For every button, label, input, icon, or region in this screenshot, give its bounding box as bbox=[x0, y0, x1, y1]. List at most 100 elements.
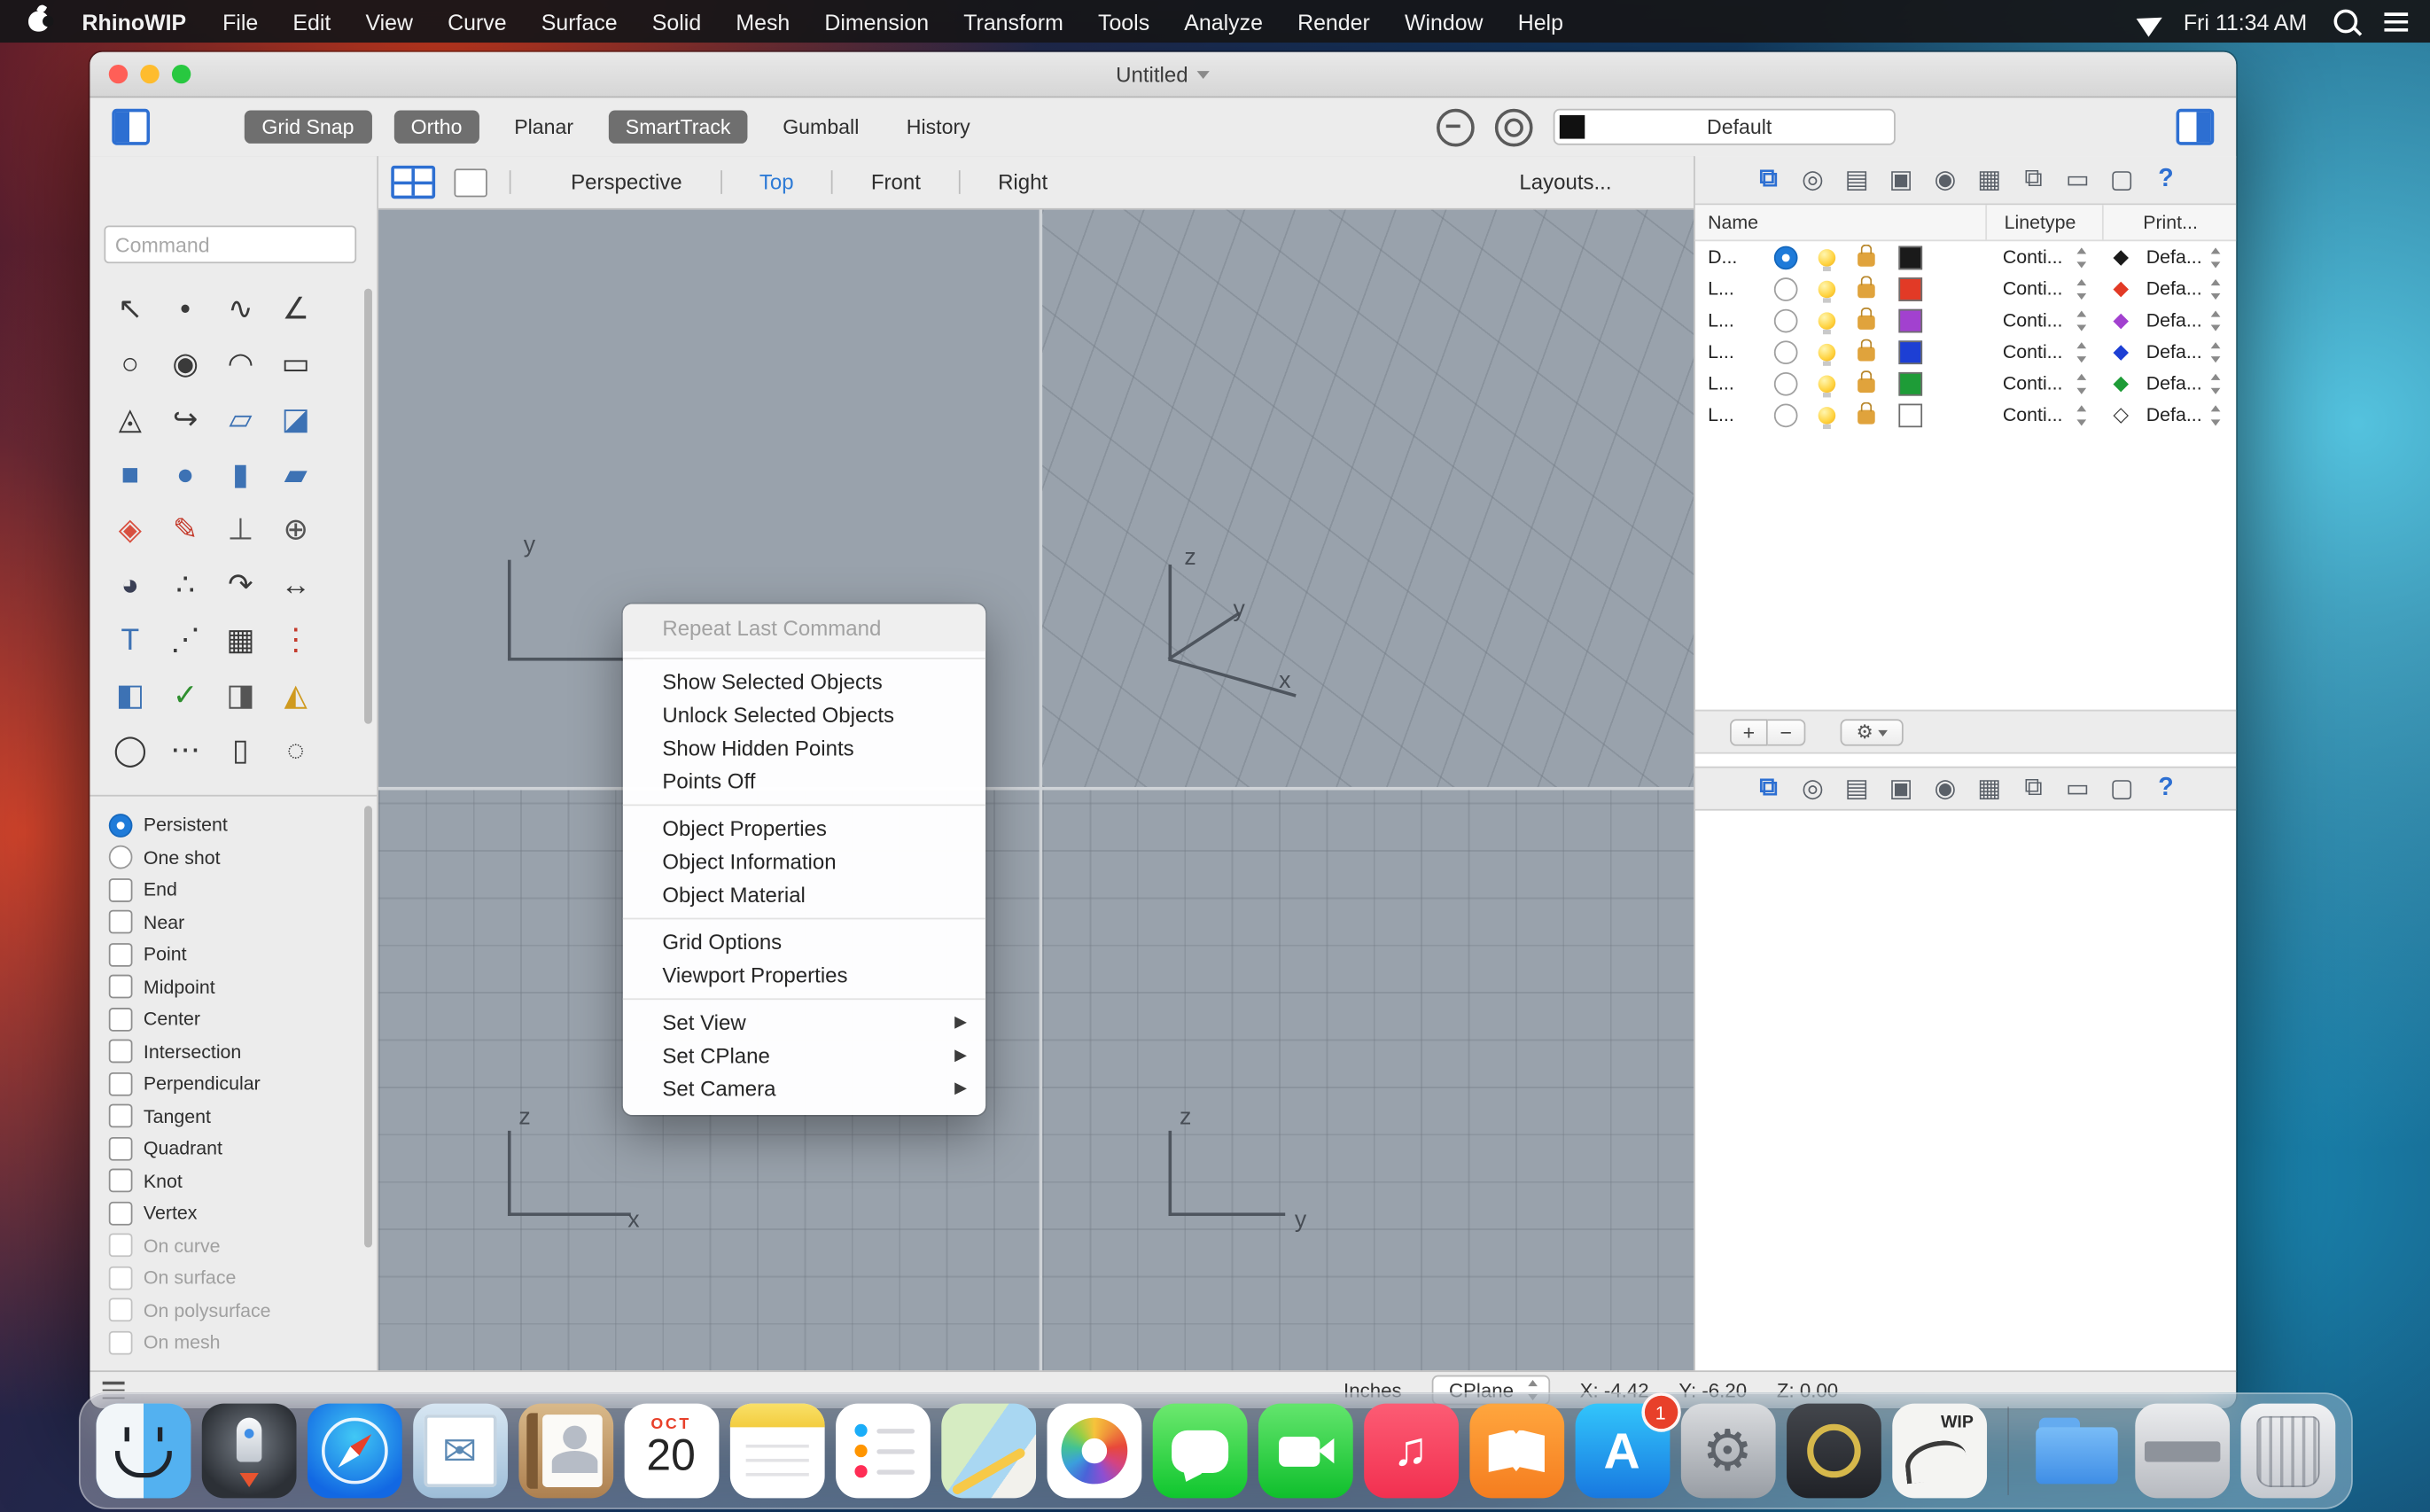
layer-color-swatch[interactable] bbox=[1898, 245, 1923, 269]
tool-icon-33[interactable]: ◯ bbox=[103, 724, 158, 779]
dock-icon-safari[interactable] bbox=[307, 1403, 401, 1499]
tool-icon-28[interactable]: ⋮ bbox=[268, 613, 323, 668]
tool-icon-5[interactable]: ○ bbox=[103, 338, 158, 393]
display-panel-icon[interactable]: ▢ bbox=[2107, 164, 2137, 196]
checkbox-icon[interactable] bbox=[108, 942, 133, 967]
menu-item-file[interactable]: File bbox=[206, 9, 276, 34]
tool-icon-38[interactable]: ∷ bbox=[158, 779, 213, 793]
dock-icon-utility[interactable] bbox=[1786, 1403, 1881, 1499]
column-header-print[interactable]: Print... bbox=[2101, 205, 2236, 240]
tool-icon-39[interactable]: ▫ bbox=[213, 779, 268, 793]
context-menu-item-show-selected-objects[interactable]: Show Selected Objects bbox=[623, 666, 985, 698]
grid-panel-icon[interactable]: ▦ bbox=[1974, 773, 2005, 805]
dock-icon-reminders[interactable] bbox=[835, 1403, 930, 1499]
dock-icon-photos[interactable] bbox=[1046, 1403, 1141, 1499]
osnap-center[interactable]: Center bbox=[108, 1003, 377, 1035]
stepper-icon[interactable] bbox=[2209, 278, 2224, 300]
layout-panel-icon[interactable]: ▭ bbox=[2062, 773, 2092, 805]
osnap-quadrant[interactable]: Quadrant bbox=[108, 1133, 377, 1165]
help-panel-icon[interactable]: ? bbox=[2151, 775, 2181, 803]
stepper-icon[interactable] bbox=[2209, 341, 2224, 362]
tool-icon-8[interactable]: ▭ bbox=[268, 338, 323, 393]
layer-current-radio[interactable] bbox=[1773, 402, 1798, 427]
tool-icon-6[interactable]: ◉ bbox=[158, 338, 213, 393]
apple-menu-icon[interactable] bbox=[28, 11, 54, 32]
tool-icon-7[interactable]: ◠ bbox=[213, 338, 268, 393]
layer-visibility-bulb-icon[interactable] bbox=[1818, 311, 1836, 334]
stepper-icon[interactable] bbox=[2076, 404, 2090, 425]
context-menu-item-unlock-selected-objects[interactable]: Unlock Selected Objects bbox=[623, 698, 985, 731]
layer-lock-icon[interactable] bbox=[1858, 307, 1875, 330]
dock-icon-finder[interactable] bbox=[95, 1403, 191, 1499]
osnap-tangent[interactable]: Tangent bbox=[108, 1100, 377, 1132]
layer-visibility-bulb-icon[interactable] bbox=[1818, 279, 1836, 302]
checkbox-icon[interactable] bbox=[108, 1201, 133, 1226]
menu-item-mesh[interactable]: Mesh bbox=[719, 9, 807, 34]
context-menu-item-object-properties[interactable]: Object Properties bbox=[623, 812, 985, 845]
tool-icon-16[interactable]: ▰ bbox=[268, 448, 323, 503]
layer-color-swatch[interactable] bbox=[1898, 339, 1923, 364]
menu-item-render[interactable]: Render bbox=[1281, 9, 1388, 34]
toolbar-button-gumball[interactable]: Gumball bbox=[770, 111, 872, 144]
menu-item-tools[interactable]: Tools bbox=[1080, 9, 1166, 34]
viewport-tab-front[interactable]: Front bbox=[833, 170, 958, 194]
stepper-icon[interactable] bbox=[2209, 372, 2224, 394]
checkbox-icon[interactable] bbox=[108, 1072, 133, 1096]
viewport-perspective[interactable]: z y x bbox=[1042, 209, 1694, 787]
checkbox-icon[interactable] bbox=[108, 877, 133, 902]
dock-icon-folder[interactable] bbox=[2029, 1404, 2123, 1499]
layer-lock-icon[interactable] bbox=[1858, 401, 1875, 425]
viewport-right[interactable]: z y bbox=[1042, 790, 1694, 1373]
stepper-icon[interactable] bbox=[2209, 309, 2224, 331]
layer-color-swatch[interactable] bbox=[1898, 277, 1923, 300]
layer-settings-dropdown[interactable]: ⚙ bbox=[1840, 718, 1904, 745]
notification-center-icon[interactable] bbox=[2384, 12, 2409, 31]
layer-visibility-bulb-icon[interactable] bbox=[1818, 343, 1836, 365]
checkbox-icon[interactable] bbox=[108, 1136, 133, 1161]
tool-icon-25[interactable]: T bbox=[103, 613, 158, 668]
help-panel-icon[interactable]: ? bbox=[2151, 166, 2181, 194]
toolbar-button-grid-snap[interactable]: Grid Snap bbox=[244, 110, 372, 144]
context-menu-item-set-view[interactable]: Set View ▶ bbox=[623, 1006, 985, 1039]
tool-icon-21[interactable]: ◕ bbox=[103, 558, 158, 613]
layers-panel-icon[interactable]: ⧉ bbox=[1754, 166, 1784, 194]
tool-icon-2[interactable]: • bbox=[158, 283, 213, 338]
layers-panel-icon[interactable]: ⧉ bbox=[1754, 775, 1784, 803]
dock-icon-music[interactable]: ♫ bbox=[1363, 1403, 1459, 1499]
osnap-midpoint[interactable]: Midpoint bbox=[108, 970, 377, 1002]
search-icon[interactable] bbox=[2333, 9, 2358, 34]
tool-icon-10[interactable]: ↪ bbox=[158, 393, 213, 448]
tool-icon-1[interactable]: ↖ bbox=[103, 283, 158, 338]
dock-icon-facetime[interactable] bbox=[1258, 1403, 1352, 1499]
osnap-perpendicular[interactable]: Perpendicular bbox=[108, 1068, 377, 1100]
layer-row[interactable]: L... Conti... ◆ Defa... bbox=[1695, 304, 2236, 336]
osnap-mode-persistent[interactable]: Persistent bbox=[108, 809, 377, 841]
record-circle-icon[interactable] bbox=[1494, 107, 1533, 146]
tool-scrollbar[interactable] bbox=[364, 288, 372, 724]
dock-icon-contacts[interactable] bbox=[518, 1403, 613, 1499]
dock-icon-trash[interactable] bbox=[2239, 1403, 2335, 1499]
tool-icon-13[interactable]: ■ bbox=[103, 448, 158, 503]
osnap-end[interactable]: End bbox=[108, 874, 377, 906]
layouts-button[interactable]: Layouts... bbox=[1519, 170, 1611, 194]
tool-icon-31[interactable]: ◨ bbox=[213, 668, 268, 723]
pages-panel-icon[interactable]: ⧉ bbox=[2019, 166, 2049, 194]
layer-color-swatch[interactable] bbox=[1898, 308, 1923, 332]
pages-panel-icon[interactable]: ⧉ bbox=[2019, 775, 2049, 803]
toolbar-button-planar[interactable]: Planar bbox=[502, 111, 586, 144]
checkbox-icon[interactable] bbox=[108, 910, 133, 934]
tool-icon-14[interactable]: ● bbox=[158, 448, 213, 503]
dock-icon-launchpad[interactable] bbox=[200, 1403, 296, 1499]
osnap-intersection[interactable]: Intersection bbox=[108, 1035, 377, 1067]
tool-icon-32[interactable]: ◭ bbox=[268, 668, 323, 723]
osnap-near[interactable]: Near bbox=[108, 906, 377, 938]
menu-item-solid[interactable]: Solid bbox=[635, 9, 719, 34]
osnap-mode-one-shot[interactable]: One shot bbox=[108, 841, 377, 873]
layer-current-radio[interactable] bbox=[1773, 339, 1798, 364]
tool-icon-4[interactable]: ∠ bbox=[268, 283, 323, 338]
dock-icon-app-store[interactable]: A1 bbox=[1574, 1392, 1680, 1499]
tool-icon-3[interactable]: ∿ bbox=[213, 283, 268, 338]
dock-icon-messages[interactable] bbox=[1151, 1403, 1247, 1499]
column-header-name[interactable]: Name bbox=[1695, 205, 1985, 239]
context-menu-item-show-hidden-points[interactable]: Show Hidden Points bbox=[623, 732, 985, 765]
